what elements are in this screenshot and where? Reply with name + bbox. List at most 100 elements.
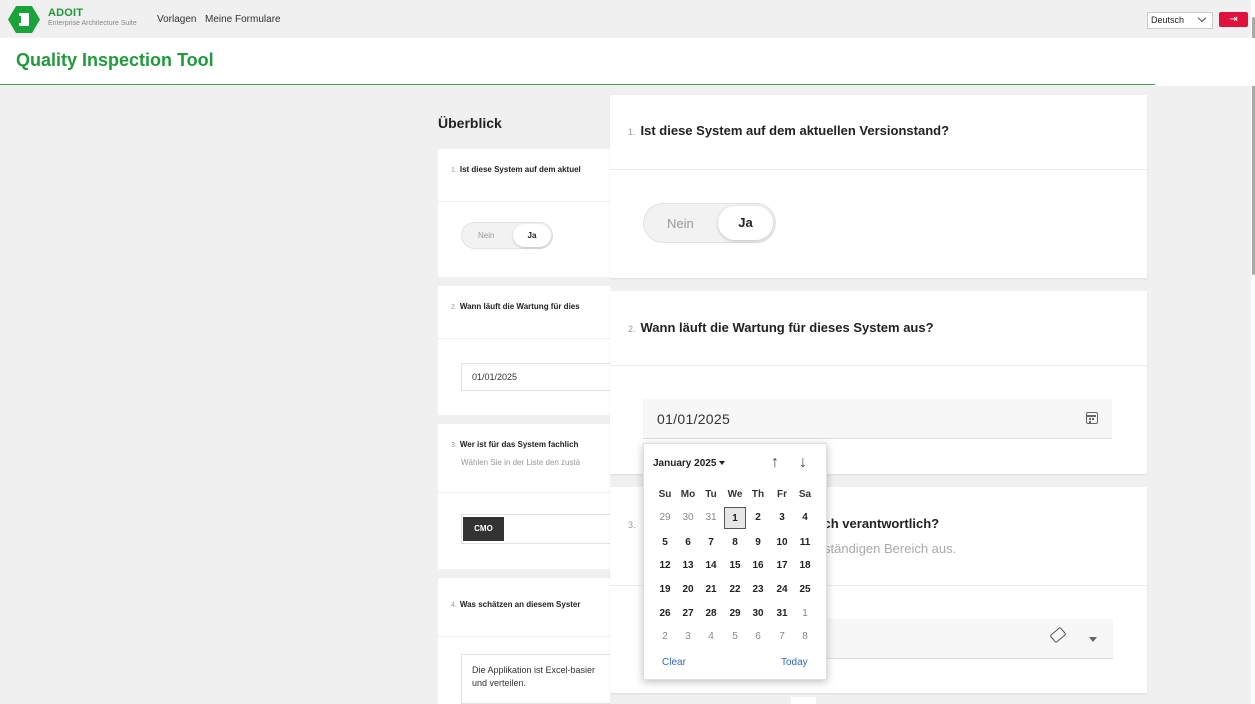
text-line: Die Applikation ist Excel-basier [472, 665, 596, 675]
calendar-day[interactable]: 30 [747, 603, 769, 625]
calendar-day[interactable]: 18 [794, 555, 816, 577]
calendar-day[interactable]: 30 [677, 507, 699, 529]
question-number: 2. [628, 324, 636, 334]
question-number: 3. [628, 520, 636, 530]
nav-meine-formulare[interactable]: Meine Formulare [205, 14, 281, 25]
calendar-day[interactable]: 14 [700, 555, 722, 577]
weekday-label: Fr [777, 489, 787, 500]
calendar-day[interactable]: 6 [677, 532, 699, 554]
weekday-label: Sa [798, 489, 812, 500]
calendar-day[interactable]: 20 [677, 579, 699, 601]
eraser-icon[interactable] [1049, 626, 1067, 644]
text-line: und verteilen. [472, 678, 527, 688]
calendar-day[interactable]: 27 [677, 603, 699, 625]
calendar-day[interactable]: 16 [747, 555, 769, 577]
adoit-logo-icon[interactable] [8, 6, 40, 33]
calendar-day[interactable]: 12 [654, 555, 676, 577]
overview-title: Überblick [438, 115, 502, 131]
calendar-day[interactable]: 21 [700, 579, 722, 601]
question-card-1: 1. Ist diese System auf dem aktuellen Ver… [610, 95, 1147, 278]
calendar-day[interactable]: 1 [794, 603, 816, 625]
calendar-day[interactable]: 4 [700, 626, 722, 648]
calendar-day[interactable]: 26 [654, 603, 676, 625]
month-year-selector[interactable]: January 2025 [653, 458, 726, 469]
overview-item-1[interactable]: 1. Ist diese System auf dem aktuel Nein J… [438, 149, 610, 277]
calendar-day[interactable]: 7 [700, 532, 722, 554]
top-bar: ADOIT Enterprise Architecture Suite Vorl… [0, 0, 1255, 38]
calendar-day[interactable]: 10 [771, 532, 793, 554]
calendar-day[interactable]: 5 [724, 626, 746, 648]
toggle-no[interactable]: Nein [478, 231, 494, 240]
caret-down-icon [719, 461, 726, 465]
title-divider [0, 84, 1155, 85]
panel-edge [791, 697, 816, 704]
calendar-day[interactable]: 19 [654, 579, 676, 601]
toggle-yes-selected[interactable]: Ja [718, 206, 773, 240]
calendar-day[interactable]: 31 [700, 507, 722, 529]
language-select[interactable]: Deutsch [1147, 12, 1213, 29]
logout-button[interactable]: ⇥ [1219, 12, 1248, 27]
calendar-day[interactable]: 8 [794, 626, 816, 648]
calendar-day[interactable]: 2 [654, 626, 676, 648]
calendar-day[interactable]: 25 [794, 579, 816, 601]
calendar-day[interactable]: 3 [771, 507, 793, 529]
overview-yes-no-toggle[interactable]: Nein Ja [461, 222, 553, 249]
overview-item-number: 3. [451, 442, 457, 449]
brand[interactable]: ADOIT Enterprise Architecture Suite [48, 8, 137, 29]
overview-item-question: Wer ist für das System fachlich [459, 440, 579, 449]
weekday-label: Tu [705, 489, 717, 500]
today-button[interactable]: Today [781, 657, 808, 668]
selected-chip[interactable]: CMO [463, 517, 504, 541]
calendar-day[interactable]: 24 [771, 579, 793, 601]
calendar-day[interactable]: 28 [700, 603, 722, 625]
calendar-day[interactable]: 4 [794, 507, 816, 529]
overview-item-4[interactable]: 4. Was schätzen an diesem Syster Die Appl… [438, 578, 610, 704]
arrow-up-icon[interactable]: ↑ [771, 455, 779, 471]
toggle-yes[interactable]: Ja [513, 224, 551, 247]
calendar-icon[interactable] [1086, 412, 1098, 424]
brand-subtitle: Enterprise Architecture Suite [48, 20, 137, 27]
divider [438, 201, 610, 202]
question-number: 1. [628, 127, 636, 137]
caret-down-icon[interactable] [1089, 637, 1097, 642]
calendar-day[interactable]: 11 [794, 532, 816, 554]
calendar-day[interactable]: 1 [724, 507, 746, 529]
calendar-day[interactable]: 3 [677, 626, 699, 648]
nav-vorlagen[interactable]: Vorlagen [157, 14, 196, 25]
toggle-no[interactable]: Nein [667, 216, 694, 231]
scrollbar[interactable] [1251, 0, 1255, 704]
overview-item-2[interactable]: 2. Wann läuft die Wartung für dies 01/01/… [438, 286, 610, 415]
calendar-day[interactable]: 13 [677, 555, 699, 577]
divider [438, 492, 610, 493]
arrow-down-icon[interactable]: ↓ [799, 455, 807, 471]
chevron-down-icon [1197, 13, 1207, 23]
overview-date-field[interactable]: 01/01/2025 [461, 363, 610, 391]
calendar-day[interactable]: 29 [724, 603, 746, 625]
yes-no-toggle[interactable]: Nein Ja [643, 203, 776, 243]
calendar-day[interactable]: 22 [724, 579, 746, 601]
overview-item-question: Was schätzen an diesem Syster [459, 600, 581, 609]
overview-item-3[interactable]: 3. Wer ist für das System fachlich Wählen… [438, 424, 610, 569]
calendar-day[interactable]: 17 [771, 555, 793, 577]
calendar-day[interactable]: 31 [771, 603, 793, 625]
question-text: ch verantwortlich? [823, 516, 940, 531]
calendar-day[interactable]: 6 [747, 626, 769, 648]
overview-item-subtitle: Wählen Sie in der Liste den zustä [461, 458, 581, 467]
calendar-day[interactable]: 7 [771, 626, 793, 648]
calendar-day[interactable]: 9 [747, 532, 769, 554]
clear-button[interactable]: Clear [662, 657, 686, 668]
question-text: Ist diese System auf dem aktuellen Versi… [640, 123, 950, 138]
date-value: 01/01/2025 [657, 411, 731, 427]
calendar-day[interactable]: 23 [747, 579, 769, 601]
overview-item-question: Ist diese System auf dem aktuel [459, 165, 581, 174]
date-field[interactable]: 01/01/2025 [643, 399, 1112, 439]
calendar-day[interactable]: 2 [747, 507, 769, 529]
divider [610, 365, 1147, 366]
calendar-day[interactable]: 8 [724, 532, 746, 554]
overview-item-question: Wann läuft die Wartung für dies [459, 302, 580, 311]
month-label: January 2025 [653, 458, 717, 469]
calendar-day[interactable]: 5 [654, 532, 676, 554]
calendar-day[interactable]: 15 [724, 555, 746, 577]
overview-text-field[interactable]: Die Applikation ist Excel-basier und ver… [461, 654, 610, 704]
calendar-day[interactable]: 29 [654, 507, 676, 529]
